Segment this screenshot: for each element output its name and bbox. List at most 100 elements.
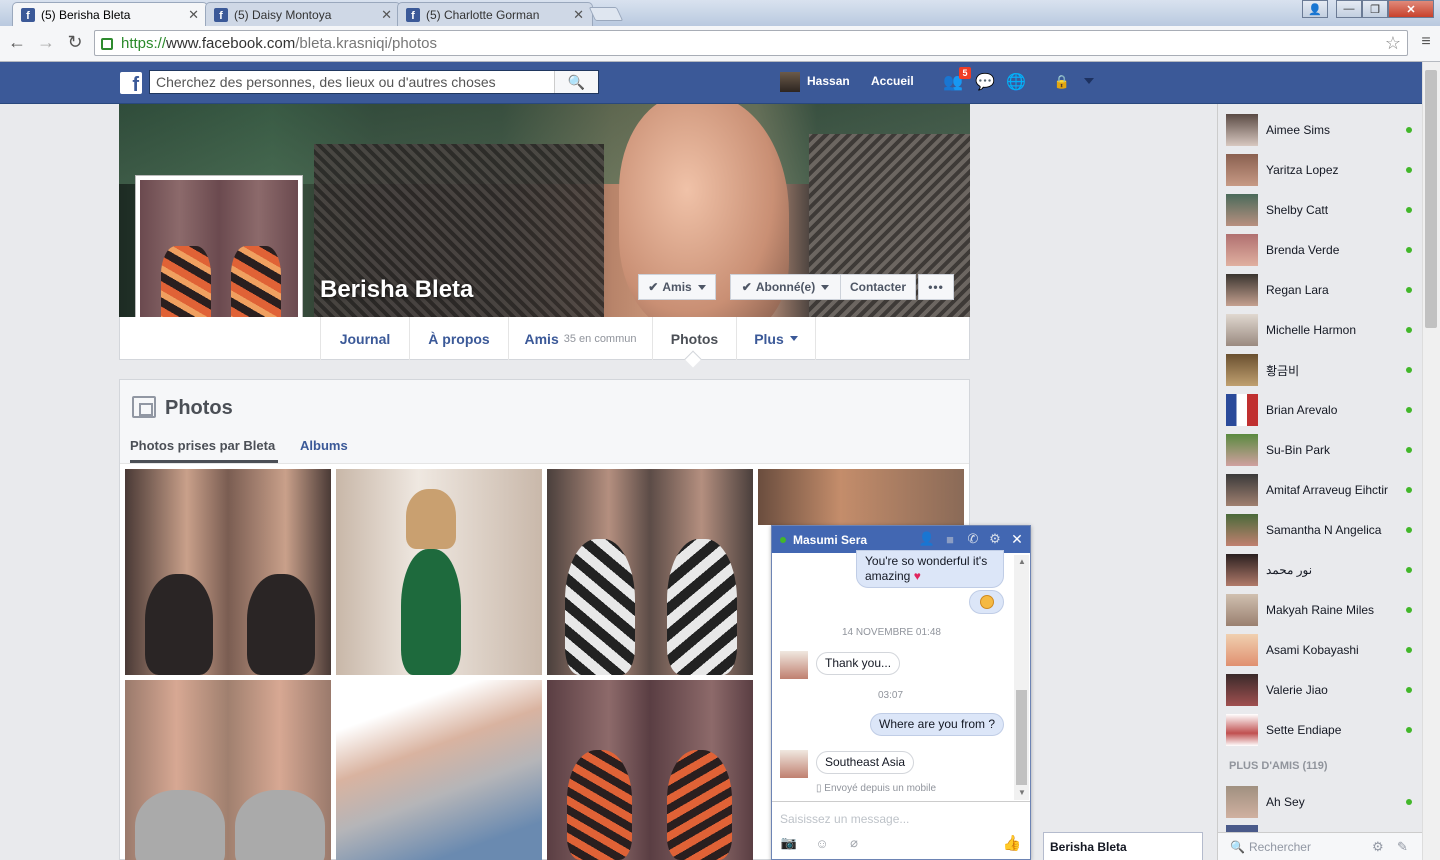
sidebar-friend-item[interactable]: Su-Bin Park: [1226, 433, 1416, 467]
address-bar[interactable]: https://www.facebook.com/bleta.krasniqi/…: [94, 30, 1408, 56]
close-tab-icon[interactable]: ✕: [381, 7, 392, 23]
message-button[interactable]: Contacter: [840, 274, 916, 300]
reload-icon[interactable]: ↻: [63, 30, 87, 54]
chat-settings-gear-icon[interactable]: ⚙: [987, 530, 1003, 548]
close-tab-icon[interactable]: ✕: [573, 7, 584, 23]
sidebar-friend-item[interactable]: Asami Kobayashi: [1226, 633, 1416, 667]
page-scrollbar-thumb[interactable]: [1425, 70, 1437, 328]
message-time: 03:07: [878, 690, 904, 701]
tab-albums[interactable]: Albums: [300, 438, 348, 453]
photo-thumbnail[interactable]: [125, 469, 331, 675]
browser-tab-2[interactable]: f (5) Daisy Montoya ✕: [205, 2, 401, 26]
sidebar-friend-item[interactable]: Sette Endiape: [1226, 713, 1416, 747]
bookmark-star-icon[interactable]: ☆: [1385, 33, 1401, 54]
tab-more-label: Plus: [754, 330, 784, 347]
messages-icon[interactable]: 💬: [975, 73, 995, 91]
scroll-up-arrow-icon[interactable]: ▲: [1018, 557, 1026, 566]
sidebar-friend-item[interactable]: Aimee Sims: [1226, 113, 1416, 147]
photo-thumbnail[interactable]: [547, 680, 753, 860]
photo-thumbnail[interactable]: [758, 469, 964, 525]
user-profile-icon[interactable]: 👤: [1302, 0, 1328, 18]
more-options-button[interactable]: •••: [918, 274, 954, 300]
account-menu-chevron-down-icon[interactable]: [1084, 78, 1094, 84]
camera-icon[interactable]: 📷: [780, 835, 798, 851]
tab-timeline[interactable]: Journal: [320, 317, 409, 360]
photo-thumbnail[interactable]: [336, 469, 542, 675]
back-arrow-icon[interactable]: ←: [5, 30, 29, 54]
avatar: [780, 750, 808, 778]
friend-name: Brenda Verde: [1266, 243, 1340, 257]
attachment-icon[interactable]: ⌀: [845, 835, 863, 851]
friends-button[interactable]: ✔ Amis: [638, 274, 716, 300]
sent-from-text: Envoyé depuis un mobile: [824, 783, 937, 794]
profile-name[interactable]: Berisha Bleta: [320, 276, 473, 304]
close-chat-icon[interactable]: ✕: [1009, 530, 1025, 548]
online-indicator-icon: [1406, 447, 1412, 453]
search-icon[interactable]: 🔍: [554, 71, 598, 93]
emoji-icon[interactable]: ☺: [813, 835, 831, 851]
chat-scrollbar-thumb[interactable]: [1016, 690, 1027, 785]
sidebar-friend-item[interactable]: Samantha N Angelica: [1226, 513, 1416, 547]
privacy-shortcuts-icon[interactable]: 🔒: [1052, 73, 1072, 91]
sidebar-friend-item[interactable]: Yaritza Lopez: [1226, 153, 1416, 187]
tab-more[interactable]: Plus: [736, 317, 816, 360]
scroll-down-arrow-icon[interactable]: ▼: [1018, 788, 1026, 797]
photo-thumbnail[interactable]: [547, 469, 753, 675]
following-button[interactable]: ✔ Abonné(e): [730, 274, 841, 300]
sidebar-friend-item[interactable]: Michelle Harmon: [1226, 313, 1416, 347]
photos-title: Photos: [165, 397, 233, 419]
avatar: [1226, 114, 1258, 146]
minimize-window-button[interactable]: —: [1336, 0, 1362, 18]
maximize-window-button[interactable]: ❐: [1362, 0, 1388, 18]
sidebar-friend-item[interactable]: Brenda Verde: [1226, 233, 1416, 267]
sidebar-friend-item[interactable]: Valerie Jiao: [1226, 673, 1416, 707]
thumbs-up-icon[interactable]: 👍: [1003, 835, 1022, 852]
chat-message-input[interactable]: [780, 812, 1020, 826]
profile-link[interactable]: Hassan: [807, 74, 850, 88]
sidebar-friend-item[interactable]: نور محمد: [1226, 553, 1416, 587]
browser-tab-1[interactable]: f (5) Berisha Bleta ✕: [12, 2, 208, 26]
friend-name: Yaritza Lopez: [1266, 163, 1339, 177]
sidebar-friend-item[interactable]: Amitaf Arraveug Eihctir: [1226, 473, 1416, 507]
search-input[interactable]: [150, 71, 554, 93]
sidebar-friend-item[interactable]: Brian Arevalo: [1226, 393, 1416, 427]
online-indicator-icon: [1406, 527, 1412, 533]
chat-contact-name[interactable]: Masumi Sera: [793, 533, 867, 547]
tab-photos-taken[interactable]: Photos prises par Bleta: [130, 438, 275, 453]
online-indicator-icon: [1406, 687, 1412, 693]
sidebar-search[interactable]: 🔍 Rechercher: [1218, 832, 1422, 860]
home-link[interactable]: Accueil: [871, 74, 914, 88]
sidebar-friend-item[interactable]: Regan Lara: [1226, 273, 1416, 307]
new-tab-button[interactable]: [588, 7, 624, 21]
minimized-chat-tab[interactable]: Berisha Bleta: [1043, 832, 1203, 860]
avatar: [1226, 314, 1258, 346]
new-message-compose-icon[interactable]: ✎: [1397, 839, 1408, 855]
chat-settings-gear-icon[interactable]: ⚙: [1372, 839, 1384, 855]
user-avatar[interactable]: [780, 72, 800, 92]
avatar: [1226, 234, 1258, 266]
photo-thumbnail[interactable]: [125, 680, 331, 860]
close-tab-icon[interactable]: ✕: [188, 7, 199, 23]
tab-friends[interactable]: Amis 35 en commun: [508, 317, 652, 360]
heart-icon: ♥: [913, 569, 921, 583]
sidebar-friend-item[interactable]: Shelby Catt: [1226, 193, 1416, 227]
avatar: [1226, 194, 1258, 226]
mutual-friends-count: 35 en commun: [563, 332, 637, 345]
forward-arrow-icon[interactable]: →: [34, 30, 58, 54]
facebook-favicon-icon: f: [214, 7, 228, 22]
close-window-button[interactable]: ✕: [1388, 0, 1434, 18]
video-call-icon[interactable]: ■: [942, 530, 958, 548]
sidebar-friend-item[interactable]: Ah Sey: [1226, 785, 1416, 819]
add-friend-to-chat-icon[interactable]: 👤: [919, 530, 935, 548]
tab-about[interactable]: À propos: [409, 317, 508, 360]
browser-tab-3[interactable]: f (5) Charlotte Gorman ✕: [397, 2, 593, 26]
avatar: [1226, 434, 1258, 466]
photo-thumbnail[interactable]: [336, 680, 542, 860]
tab-title: (5) Daisy Montoya: [234, 7, 332, 22]
chrome-menu-icon[interactable]: ≡: [1414, 30, 1438, 54]
sidebar-friend-item[interactable]: 황금비: [1226, 353, 1416, 387]
notifications-globe-icon[interactable]: 🌐: [1006, 73, 1026, 91]
sidebar-friend-item[interactable]: Makyah Raine Miles: [1226, 593, 1416, 627]
facebook-logo-icon[interactable]: f: [120, 72, 142, 95]
phone-call-icon[interactable]: ✆: [965, 530, 981, 548]
